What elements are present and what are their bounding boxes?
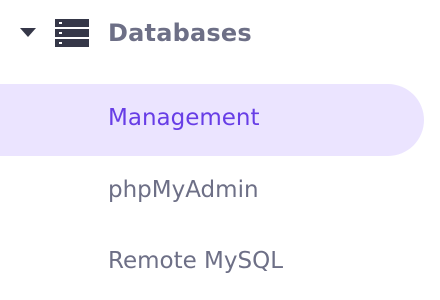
databases-section-header[interactable]: Databases bbox=[0, 12, 440, 56]
menu-item-label: Remote MySQL bbox=[108, 248, 284, 274]
menu-item-remote-mysql[interactable]: Remote MySQL bbox=[0, 227, 440, 299]
menu-item-management[interactable]: Management bbox=[0, 84, 440, 156]
menu-item-label: phpMyAdmin bbox=[108, 177, 259, 203]
caret-down-icon bbox=[20, 28, 36, 37]
section-title: Databases bbox=[108, 19, 252, 47]
database-icon bbox=[55, 19, 89, 47]
menu-item-phpmyadmin[interactable]: phpMyAdmin bbox=[0, 156, 440, 228]
menu-item-label: Management bbox=[108, 105, 260, 131]
